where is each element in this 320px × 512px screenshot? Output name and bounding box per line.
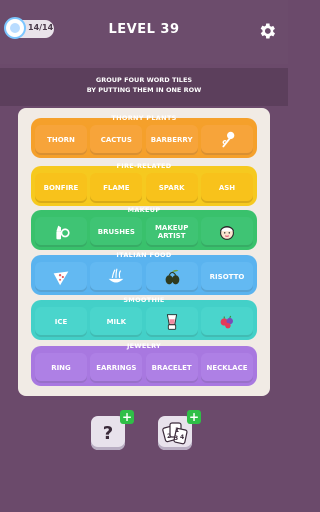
word-tile[interactable]: FLAME [90,173,143,203]
category-row-italian-food: ITALIAN FOOD RISOTTO [31,251,257,295]
word-tile[interactable]: BONFIRE [35,173,87,203]
word-tile[interactable]: CACTUS [90,125,143,155]
top-bar: 14/14 LEVEL 39 [0,0,288,64]
category-label: THORNY PLANTS [111,114,177,122]
category-row-makeup: MAKEUP BRUSHES MAKEUP ARTIST [31,206,257,250]
image-tile[interactable] [145,262,198,292]
image-tile[interactable] [145,307,198,337]
image-tile[interactable] [200,307,253,337]
olive-icon [165,269,179,285]
word-tile[interactable]: ICE [35,307,87,337]
image-tile[interactable] [35,217,87,247]
pasta-icon [108,268,124,283]
level-title: LEVEL 39 [108,22,180,37]
category-row-smoothie: SMOOTHIE ICE MILK [31,296,257,340]
word-tile[interactable]: BRUSHES [90,217,143,247]
category-row-thorny-plants: THORNY PLANTS THORN CACTUS BARBERRY [31,114,257,158]
category-label: ITALIAN FOOD [116,251,172,259]
word-tile[interactable]: RING [35,353,87,383]
card-number: 3 [174,435,178,442]
category-label: MAKEUP [127,206,161,214]
word-tile[interactable]: SPARK [145,173,198,203]
lipstick-icon [56,225,70,240]
add-shuffle-icon[interactable]: + [187,410,201,424]
category-row-jewelry: JEWELRY RING EARRINGS BRACELET NECKLACE [31,342,257,386]
word-tile[interactable]: ASH [200,173,253,203]
word-tile[interactable]: NECKLACE [200,353,253,383]
category-label: JEWELRY [126,342,162,350]
add-hint-icon[interactable]: + [120,410,134,424]
image-tile[interactable] [90,262,143,292]
word-tile[interactable]: BARBERRY [145,125,198,155]
word-tile[interactable]: BRACELET [145,353,198,383]
rose-icon [222,131,235,148]
instructions-line-2: BY PUTTING THEM IN ONE ROW [86,86,202,94]
question-mark-icon: ? [102,422,114,444]
image-tile[interactable] [35,262,87,292]
face-icon [220,225,234,240]
instructions-line-1: GROUP FOUR WORD TILES [95,76,193,84]
word-tile[interactable]: RISOTTO [200,262,253,292]
card-number: 4 [180,434,184,441]
image-tile[interactable] [200,125,253,155]
image-tile[interactable] [200,217,253,247]
category-label: FIRE-RELATED [116,162,172,170]
category-row-fire-related: FIRE-RELATED BONFIRE FLAME SPARK ASH [31,162,257,206]
powerup-bar: ? + 1 2 3 4 + [0,402,288,512]
card-number: 2 [167,433,171,440]
word-tile[interactable]: EARRINGS [90,353,143,383]
instructions-banner: GROUP FOUR WORD TILES BY PUTTING THEM IN… [0,68,288,106]
word-tile[interactable]: THORN [35,125,87,155]
berries-icon [220,315,233,329]
card-number: 1 [175,427,179,434]
gear-icon[interactable] [257,21,277,41]
category-label: SMOOTHIE [123,296,165,304]
cards-icon: 1 2 3 4 [162,422,188,445]
blender-icon [166,314,177,330]
word-tile[interactable]: MILK [90,307,143,337]
pizza-icon [53,271,69,286]
word-tile[interactable]: MAKEUP ARTIST [145,217,198,247]
